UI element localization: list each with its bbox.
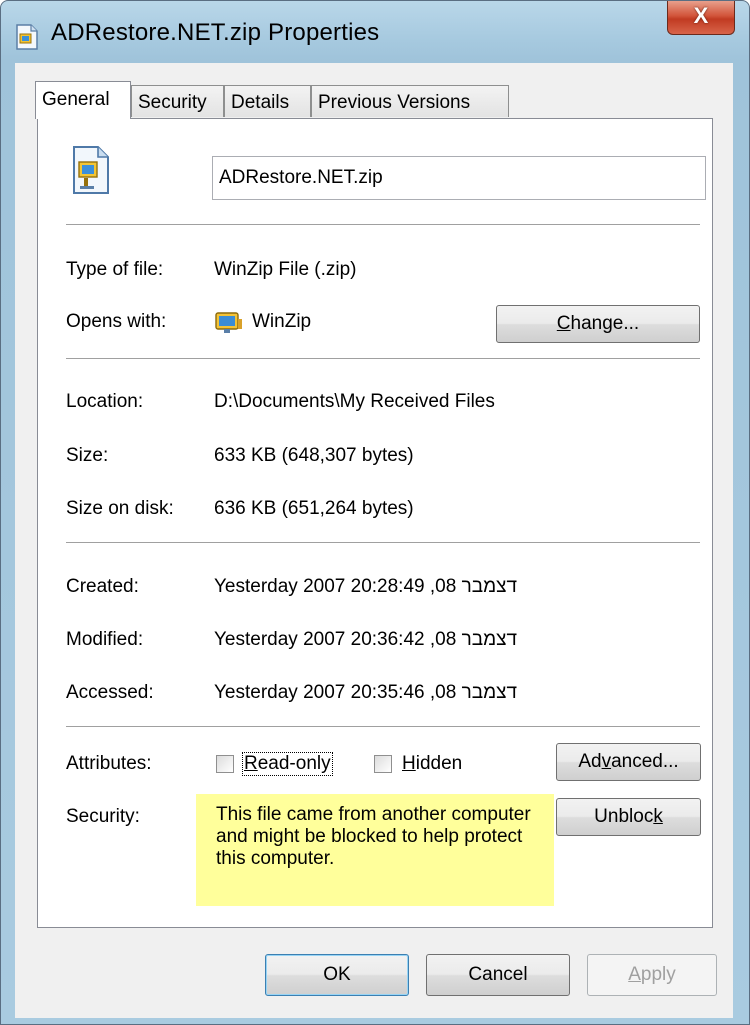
file-name-input[interactable] (212, 156, 706, 200)
window-title: ADRestore.NET.zip Properties (51, 19, 380, 46)
separator (66, 726, 700, 727)
accessed-label: Accessed: (66, 682, 154, 703)
advanced-button[interactable]: Advanced... (556, 743, 701, 781)
apply-button-rest: pply (640, 964, 676, 985)
size-value: 633 KB (648,307 bytes) (214, 445, 414, 466)
type-of-file-label: Type of file: (66, 259, 164, 280)
security-warning-note: This file came from another computer and… (196, 794, 554, 906)
apply-button-accel: A (628, 964, 641, 985)
hidden-label[interactable]: Hidden (402, 753, 462, 775)
advanced-button-rest: anced... (611, 751, 679, 772)
modified-label: Modified: (66, 629, 144, 650)
hidden-rest: idden (415, 753, 463, 774)
title-bar[interactable]: ADRestore.NET.zip Properties X (1, 1, 749, 63)
dialog-client: General Security Details Previous Versio… (15, 63, 733, 1018)
change-button-rest: hange... (570, 313, 640, 334)
opens-with-value: WinZip (252, 311, 312, 332)
location-label: Location: (66, 391, 144, 412)
general-panel: Type of file: WinZip File (.zip) Opens w… (37, 118, 713, 928)
type-of-file-value: WinZip File (.zip) (214, 259, 357, 280)
zip-file-icon (16, 24, 38, 50)
read-only-label[interactable]: Read-only (242, 752, 333, 776)
separator (66, 224, 700, 225)
change-button[interactable]: Change... (496, 305, 700, 343)
size-label: Size: (66, 445, 109, 466)
tab-details[interactable]: Details (224, 85, 311, 117)
advanced-button-text: Ad (578, 751, 602, 772)
read-only-accel: R (244, 753, 258, 774)
unblock-button-text: Unbloc (594, 806, 654, 827)
hidden-accel: H (402, 753, 416, 774)
unblock-button-accel: k (653, 806, 663, 827)
hidden-checkbox[interactable] (374, 755, 392, 773)
ok-button[interactable]: OK (265, 954, 409, 996)
separator (66, 542, 700, 543)
apply-button[interactable]: Apply (587, 954, 717, 996)
read-only-checkbox[interactable] (216, 755, 234, 773)
modified-value: Yesterday 2007 דצמבר 08, 20:36:42 (214, 629, 518, 650)
cancel-button[interactable]: Cancel (426, 954, 570, 996)
unblock-button[interactable]: Unblock (556, 798, 701, 836)
security-label: Security: (66, 806, 140, 827)
tab-previous-versions[interactable]: Previous Versions (311, 85, 509, 117)
accessed-value: Yesterday 2007 דצמבר 08, 20:35:46 (214, 682, 518, 703)
opens-with-label: Opens with: (66, 311, 167, 332)
tab-security[interactable]: Security (131, 85, 224, 117)
close-button[interactable]: X (667, 1, 735, 35)
advanced-button-accel: v (601, 751, 612, 772)
winzip-icon (215, 312, 242, 333)
created-label: Created: (66, 576, 139, 597)
separator (66, 358, 700, 359)
change-button-accel: C (556, 313, 571, 334)
properties-window: ADRestore.NET.zip Properties X General S… (0, 0, 750, 1025)
size-on-disk-value: 636 KB (651,264 bytes) (214, 498, 414, 519)
attributes-label: Attributes: (66, 753, 152, 774)
location-value: D:\Documents\My Received Files (214, 391, 495, 412)
read-only-rest: ead-only (257, 753, 331, 774)
created-value: Yesterday 2007 דצמבר 08, 20:28:49 (214, 576, 518, 597)
size-on-disk-label: Size on disk: (66, 498, 174, 519)
zip-file-icon (73, 146, 109, 194)
tab-general[interactable]: General (35, 81, 131, 119)
close-icon: X (693, 3, 709, 28)
